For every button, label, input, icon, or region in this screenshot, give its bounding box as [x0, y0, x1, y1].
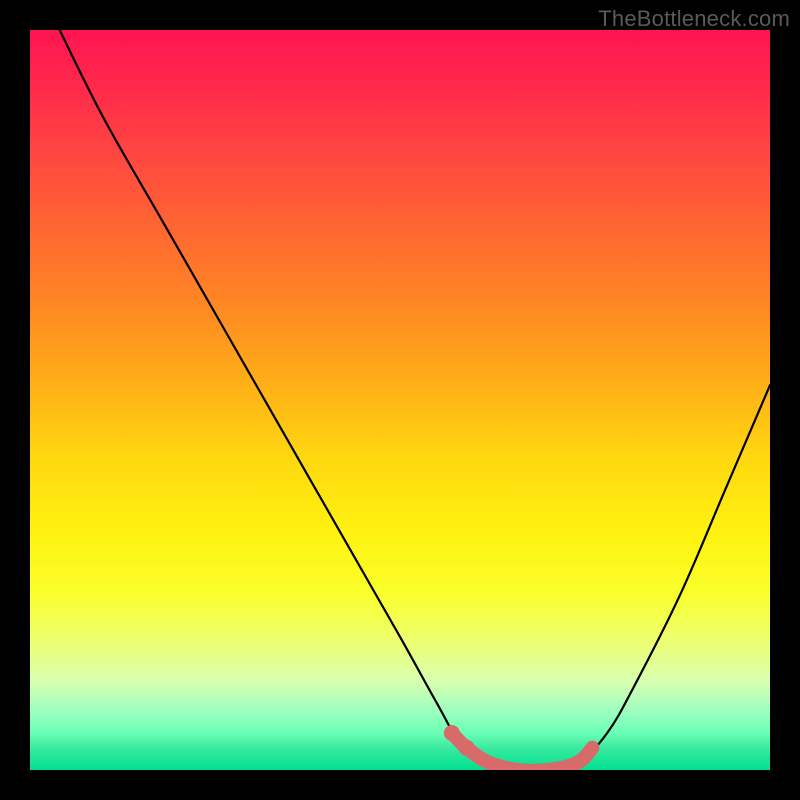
curve-layer	[30, 30, 770, 770]
plot-area	[30, 30, 770, 770]
chart-frame: TheBottleneck.com	[0, 0, 800, 800]
highlight-bead	[444, 725, 460, 741]
bottleneck-curve	[60, 30, 770, 770]
highlight-bead	[459, 740, 475, 756]
watermark-text: TheBottleneck.com	[598, 6, 790, 32]
